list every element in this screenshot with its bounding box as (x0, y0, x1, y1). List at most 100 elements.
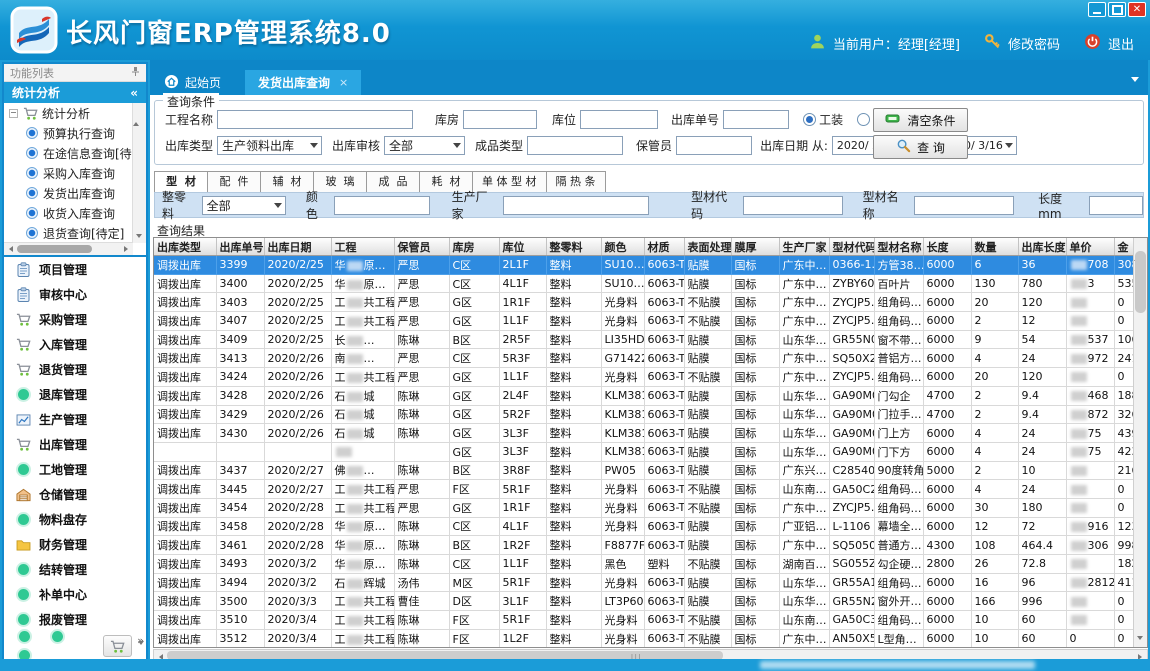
sidebar-module[interactable]: 采购管理 (4, 307, 146, 332)
outbound-audit-select[interactable]: 全部 (384, 136, 465, 155)
tab-close-icon[interactable]: × (339, 76, 348, 89)
sidebar-module[interactable]: 工地管理 (4, 457, 146, 482)
tree-vertical-scrollbar[interactable] (132, 103, 146, 243)
tree-horizontal-scrollbar[interactable] (4, 242, 133, 255)
sidebar-module[interactable]: 财务管理 (4, 532, 146, 557)
pin-icon[interactable] (131, 66, 140, 80)
clear-conditions-button[interactable]: 清空条件 (873, 108, 968, 132)
tree-item[interactable]: 在途信息查询[待 (4, 143, 133, 163)
table-row[interactable]: 调拨出库34932020/3/2华原…陈琳C区1L1F整料黑色塑料不贴膜国标湖南… (154, 555, 1134, 574)
table-row[interactable]: 调拨出库34612020/2/28华原…陈琳B区1R2F整料F8877FT606… (154, 536, 1134, 555)
sidebar-module[interactable]: 生产管理 (4, 407, 146, 432)
column-header[interactable]: 出库长度 (1018, 238, 1066, 256)
filter-input-2[interactable] (334, 196, 430, 215)
sidebar-module[interactable]: 退库管理 (4, 382, 146, 407)
column-header[interactable]: 保管员 (394, 238, 449, 256)
outbound-type-select[interactable]: 生产领料出库 (217, 136, 322, 155)
column-header[interactable]: 型材名称 (874, 238, 923, 256)
table-row[interactable]: 调拨出库35122020/3/4工共工程陈琳F区1L2F整料光身料6063-T5… (154, 629, 1134, 648)
tab-home[interactable]: 起始页 (154, 70, 231, 95)
column-header[interactable]: 整零料 (546, 238, 601, 256)
sidebar-module[interactable]: 仓储管理 (4, 482, 146, 507)
table-row[interactable]: 调拨出库34072020/2/25工共工程严思G区1L1F整料光身料6063-T… (154, 312, 1134, 331)
column-header[interactable]: 库房 (449, 238, 499, 256)
table-row[interactable]: 调拨出库34582020/2/28华原…陈琳C区4L1F整料光身料6063-T5… (154, 517, 1134, 536)
section-header-statistics[interactable]: 统计分析 « (4, 82, 146, 103)
table-row[interactable]: 调拨出库34092020/2/25长…陈琳B区2R5F整料LI35HD6063-… (154, 330, 1134, 349)
sidebar-module[interactable]: 结转管理 (4, 557, 146, 582)
material-tab-8[interactable]: 隔 热 条 (547, 171, 606, 193)
material-tab-2[interactable]: 配 件 (208, 171, 261, 193)
tree-item[interactable]: 预算执行查询 (4, 123, 133, 143)
tree-item[interactable]: 退货查询[待定] (4, 223, 133, 243)
tree-item[interactable]: 收货入库查询 (4, 203, 133, 223)
table-row[interactable]: 调拨出库34032020/2/25工共工程严思G区1R1F整料光身料6063-T… (154, 293, 1134, 312)
green-dot-icon[interactable] (52, 631, 63, 642)
table-row[interactable]: 调拨出库34132020/2/26南…严思C区5R3F整料G714226063-… (154, 349, 1134, 368)
filter-input-6[interactable] (1089, 196, 1143, 215)
table-row[interactable]: G区3L3F整料KLM38176063-T5贴膜国标山东华…GA90M09…门下… (154, 442, 1134, 461)
tab-overflow-icon[interactable] (1131, 77, 1139, 86)
sidebar-module[interactable]: 项目管理 (4, 257, 146, 282)
table-row[interactable]: 调拨出库33992020/2/25华原…严思C区2L1F整料SU10…6063-… (154, 256, 1134, 275)
column-header[interactable]: 金 (1114, 238, 1134, 256)
table-row[interactable]: 调拨出库34452020/2/27工共工程严思F区5R1F整料光身料6063-T… (154, 480, 1134, 499)
filter-input-3[interactable] (503, 196, 649, 215)
close-button[interactable]: ✕ (1128, 2, 1146, 17)
sidebar-module[interactable]: 审核中心 (4, 282, 146, 307)
sidebar-module[interactable]: 物料盘存 (4, 507, 146, 532)
table-row[interactable]: 调拨出库34292020/2/26石城陈琳G区5R2F整料KLM38176063… (154, 405, 1134, 424)
filter-input-4[interactable] (743, 196, 843, 215)
column-header[interactable]: 型材代码 (829, 238, 874, 256)
table-row[interactable]: 调拨出库34372020/2/27佛…陈琳B区3R8F整料PW056063-T5… (154, 461, 1134, 480)
sidebar-module[interactable]: 补单中心 (4, 582, 146, 607)
table-row[interactable]: 调拨出库35002020/3/3工共工程曹佳D区3L1F整料LT3P606063… (154, 592, 1134, 611)
minimize-button[interactable] (1088, 2, 1106, 17)
tree-item[interactable]: 发货出库查询 (4, 183, 133, 203)
search-button[interactable]: 查 询 (873, 135, 968, 159)
sidebar-module[interactable]: 入库管理 (4, 332, 146, 357)
radio-gongzhuang[interactable] (803, 113, 816, 126)
table-vertical-scrollbar[interactable] (1133, 238, 1147, 647)
expander-icon[interactable] (9, 109, 18, 118)
sidebar-module[interactable]: 出库管理 (4, 432, 146, 457)
table-row[interactable]: 调拨出库34282020/2/26石城陈琳G区2L4F整料KLM38176063… (154, 386, 1134, 405)
outbound-no-input[interactable] (723, 110, 789, 129)
tree-root[interactable]: 统计分析 (4, 103, 133, 123)
column-header[interactable]: 出库日期 (264, 238, 331, 256)
table-row[interactable]: 调拨出库34542020/2/28工共工程严思G区1R1F整料光身料6063-T… (154, 498, 1134, 517)
tree-item[interactable]: 采购入库查询 (4, 163, 133, 183)
project-name-input[interactable] (217, 110, 413, 129)
maximize-button[interactable] (1108, 2, 1126, 17)
column-header[interactable]: 表面处理 (684, 238, 731, 256)
keeper-input[interactable] (676, 136, 752, 155)
tab-shipment-outbound-query[interactable]: 发货出库查询 × (245, 70, 361, 95)
column-header[interactable]: 工程 (331, 238, 394, 256)
column-header[interactable]: 出库单号 (216, 238, 264, 256)
column-header[interactable]: 出库类型 (154, 238, 216, 256)
collapse-icon[interactable]: « (130, 86, 138, 100)
material-tab-5[interactable]: 成 品 (367, 171, 420, 193)
radio-jiazhuang[interactable] (857, 113, 870, 126)
location-input[interactable] (580, 110, 658, 129)
filter-input-5[interactable] (914, 196, 1014, 215)
more-chevron[interactable]: » (137, 635, 144, 657)
column-header[interactable]: 材质 (644, 238, 684, 256)
table-row[interactable]: 调拨出库35102020/3/4工共工程陈琳F区5R1F整料光身料6063-T5… (154, 611, 1134, 630)
table-row[interactable]: 调拨出库34302020/2/26石城陈琳G区3L3F整料KLM38176063… (154, 424, 1134, 443)
logout-button[interactable]: 退出 (1108, 34, 1134, 53)
sidebar-module[interactable]: 退货管理 (4, 357, 146, 382)
radio-gongzhuang-label[interactable]: 工装 (819, 111, 843, 128)
column-header[interactable]: 数量 (971, 238, 1018, 256)
warehouse-input[interactable] (463, 110, 537, 129)
column-header[interactable]: 生产厂家 (779, 238, 829, 256)
table-row[interactable]: 调拨出库34002020/2/25华原…严思C区4L1F整料SU10…6063-… (154, 274, 1134, 293)
change-password-link[interactable]: 修改密码 (1008, 34, 1060, 53)
product-type-input[interactable] (527, 136, 623, 155)
column-header[interactable]: 库位 (499, 238, 546, 256)
column-header[interactable]: 单价 (1066, 238, 1114, 256)
column-header[interactable]: 膜厚 (731, 238, 779, 256)
filter-select-1[interactable]: 全部 (202, 196, 286, 215)
table-row[interactable]: 调拨出库34242020/2/26工共工程严思G区1L1F整料光身料6063-T… (154, 368, 1134, 387)
green-dot-icon[interactable] (19, 631, 30, 642)
